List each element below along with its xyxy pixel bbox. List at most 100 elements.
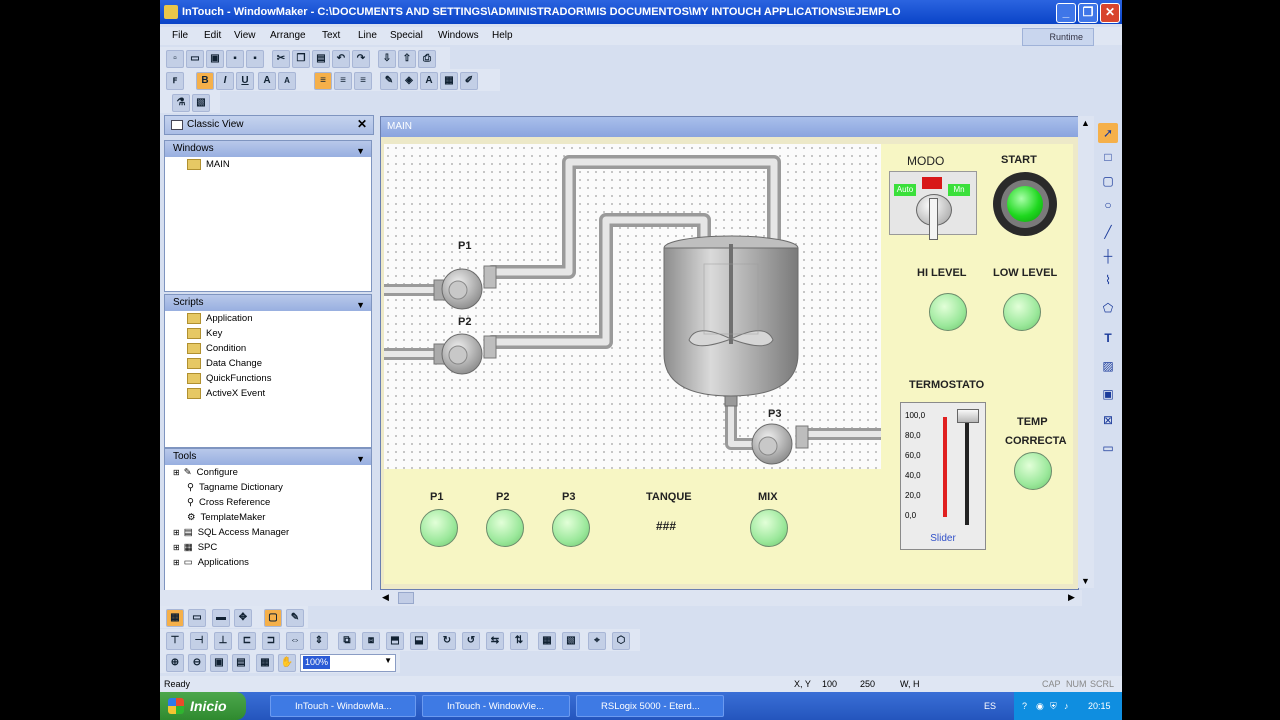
zoom-window-icon[interactable]: ▦ <box>256 654 274 672</box>
expand-icon[interactable]: ⊞ <box>173 558 180 567</box>
scroll-thumb[interactable] <box>398 592 414 604</box>
close-window-icon[interactable]: ▣ <box>206 50 224 68</box>
mixing-tank[interactable] <box>663 235 799 407</box>
reduce-font-button[interactable]: A <box>278 72 296 90</box>
space-vertical-icon[interactable]: ⇕ <box>310 632 328 650</box>
menu-edit[interactable]: Edit <box>204 30 221 41</box>
flip-v-icon[interactable]: ⇅ <box>510 632 528 650</box>
rotate-ccw-icon[interactable]: ↺ <box>462 632 480 650</box>
align-left-edge-icon[interactable]: ⊏ <box>238 632 256 650</box>
pump-p3[interactable] <box>751 423 809 465</box>
ellipse-tool-icon[interactable]: ○ <box>1098 195 1118 215</box>
tray-network-icon[interactable]: ◉ <box>1036 692 1044 720</box>
text-tool-icon[interactable]: T <box>1098 328 1118 348</box>
tool-item-templatemaker[interactable]: ⚙ TemplateMaker <box>165 510 371 525</box>
rotate-cw-icon[interactable]: ↻ <box>438 632 456 650</box>
scripts-panel-header[interactable]: Scripts ▼ <box>165 295 371 311</box>
view-ruler-icon[interactable]: ▭ <box>188 609 206 627</box>
rounded-rectangle-tool-icon[interactable]: ▢ <box>1098 171 1118 191</box>
chevron-down-icon[interactable]: ▼ <box>384 656 392 665</box>
snap-icon[interactable]: ⌖ <box>588 632 606 650</box>
group-icon[interactable]: ⧉ <box>338 632 356 650</box>
task-windowviewer[interactable]: InTouch - WindowVie... <box>422 695 570 717</box>
mode-selector-switch[interactable]: Auto Mn <box>889 171 977 240</box>
hv-line-tool-icon[interactable]: ┼ <box>1098 246 1118 266</box>
menu-line[interactable]: Line <box>358 30 377 41</box>
undo-icon[interactable]: ↶ <box>332 50 350 68</box>
script-item-data-change[interactable]: Data Change <box>165 356 371 371</box>
rectangle-tool-icon[interactable]: □ <box>1098 147 1118 167</box>
line-tool-icon[interactable]: ╱ <box>1098 222 1118 242</box>
paste-icon[interactable]: ▤ <box>312 50 330 68</box>
minimize-button[interactable]: _ <box>1056 3 1076 23</box>
cut-icon[interactable]: ✂ <box>272 50 290 68</box>
slider-thumb[interactable] <box>957 409 979 423</box>
tool-item-configure[interactable]: ⊞ ✎ Configure <box>165 465 371 480</box>
space-horizontal-icon[interactable]: ⇔ <box>286 632 304 650</box>
flip-h-icon[interactable]: ⇆ <box>486 632 504 650</box>
font-icon[interactable]: ꜰ <box>166 72 184 90</box>
italic-button[interactable]: I <box>216 72 234 90</box>
pump-p1[interactable] <box>433 265 497 310</box>
expand-icon[interactable]: ⊞ <box>173 543 180 552</box>
task-windowmaker[interactable]: InTouch - WindowMa... <box>270 695 416 717</box>
activex-icon[interactable]: ▧ <box>192 94 210 112</box>
zoom-fit-icon[interactable]: ▤ <box>232 654 250 672</box>
polyline-tool-icon[interactable]: ⌇ <box>1098 270 1118 290</box>
make-cell-icon[interactable]: ▦ <box>538 632 556 650</box>
runtime-button[interactable]: Runtime <box>1022 28 1094 46</box>
script-item-quickfunctions[interactable]: QuickFunctions <box>165 371 371 386</box>
wizard-icon[interactable]: ⚗ <box>172 94 190 112</box>
bitmap-tool-icon[interactable]: ▨ <box>1098 356 1118 376</box>
wizard-tool-icon[interactable]: ▭ <box>1098 438 1118 458</box>
align-top-icon[interactable]: ⊤ <box>166 632 184 650</box>
script-item-key[interactable]: Key <box>165 326 371 341</box>
select-icon[interactable]: ▢ <box>264 609 282 627</box>
zoom-in-icon[interactable]: ⊕ <box>166 654 184 672</box>
start-button[interactable] <box>993 172 1057 236</box>
window-item-main[interactable]: MAIN <box>165 157 371 172</box>
move-icon[interactable]: ✥ <box>234 609 252 627</box>
close-button[interactable]: ✕ <box>1100 3 1120 23</box>
print-icon[interactable]: ⎙ <box>418 50 436 68</box>
save-all-icon[interactable]: ▪ <box>246 50 264 68</box>
scroll-right-icon[interactable]: ▶ <box>1068 592 1075 603</box>
zoom-select[interactable]: 100% ▼ <box>300 654 396 672</box>
menu-view[interactable]: View <box>234 30 256 41</box>
pump-p2[interactable] <box>433 333 497 375</box>
new-icon[interactable]: ▫ <box>166 50 184 68</box>
scroll-up-icon[interactable]: ▲ <box>1081 118 1090 128</box>
ungroup-icon[interactable]: ⧈ <box>362 632 380 650</box>
tool-item-cross-reference[interactable]: ⚲ Cross Reference <box>165 495 371 510</box>
tool-item-sql-access-manager[interactable]: ⊞ ▤ SQL Access Manager <box>165 525 371 540</box>
to-front-icon[interactable]: ⬒ <box>386 632 404 650</box>
copy-icon[interactable]: ❐ <box>292 50 310 68</box>
hand-icon[interactable]: ✋ <box>278 654 296 672</box>
align-center-icon[interactable]: ≡ <box>334 72 352 90</box>
tray-volume-icon[interactable]: ♪ <box>1064 692 1069 720</box>
tool-item-applications[interactable]: ⊞ ▭ Applications <box>165 555 371 570</box>
enlarge-font-button[interactable]: A <box>258 72 276 90</box>
windows-panel-header[interactable]: Windows ▼ <box>165 141 371 157</box>
script-item-activex-event[interactable]: ActiveX Event <box>165 386 371 401</box>
line-color-icon[interactable]: ✎ <box>380 72 398 90</box>
zoom-normal-icon[interactable]: ▣ <box>210 654 228 672</box>
menu-arrange[interactable]: Arrange <box>270 30 306 41</box>
to-back-icon[interactable]: ⬓ <box>410 632 428 650</box>
trend-tool-icon[interactable]: ⊠ <box>1098 410 1118 430</box>
script-item-application[interactable]: Application <box>165 311 371 326</box>
expand-icon[interactable]: ⊞ <box>173 468 180 477</box>
text-color-button[interactable]: A <box>420 72 438 90</box>
polygon-tool-icon[interactable]: ⬠ <box>1098 298 1118 318</box>
redo-icon[interactable]: ↷ <box>352 50 370 68</box>
menu-special[interactable]: Special <box>390 30 423 41</box>
classic-view-close-icon[interactable]: ✕ <box>357 117 367 131</box>
maximize-button[interactable]: ❐ <box>1078 3 1098 23</box>
tool-item-tagname-dictionary[interactable]: ⚲ Tagname Dictionary <box>165 480 371 495</box>
reshape-icon[interactable]: ⬡ <box>612 632 630 650</box>
tools-panel-header[interactable]: Tools ▼ <box>165 449 371 465</box>
tray-security-icon[interactable]: ⛨ <box>1050 692 1057 720</box>
pick-color-icon[interactable]: ✐ <box>460 72 478 90</box>
align-middle-icon[interactable]: ⊣ <box>190 632 208 650</box>
underline-button[interactable]: U <box>236 72 254 90</box>
